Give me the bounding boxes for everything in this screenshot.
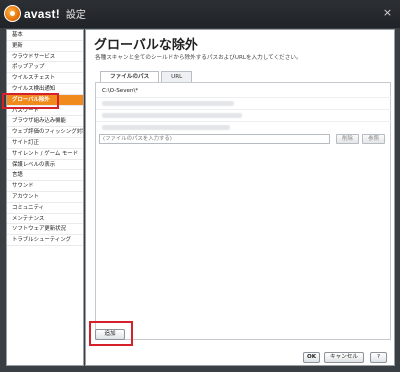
list-item[interactable]: C:\O-Seven\* bbox=[102, 87, 138, 96]
title-bar: avast! 設定 × bbox=[0, 0, 400, 28]
sidebar-item-site-correction[interactable]: サイト訂正 bbox=[7, 138, 83, 149]
sidebar-item-browser-integration[interactable]: ブラウザ組み込み機能 bbox=[7, 116, 83, 128]
main-panel: グローバルな除外 各種スキャンと全てのシールドから除外するパスおよびURLを入力… bbox=[85, 29, 395, 366]
sidebar-item-cloud-services[interactable]: ウラウドサービス bbox=[7, 52, 83, 63]
sidebar-item-update[interactable]: 更新 bbox=[7, 41, 83, 52]
blurred-path bbox=[102, 113, 242, 118]
tab-bar: ファイルのパス URL bbox=[100, 71, 194, 83]
avast-logo-icon bbox=[4, 5, 21, 22]
sidebar-item-sound[interactable]: サウンド bbox=[7, 181, 83, 192]
sidebar-item-silent-game-mode[interactable]: サイレント / ゲーム モード bbox=[7, 149, 83, 160]
browse-button[interactable]: 参照 bbox=[362, 134, 385, 144]
path-input[interactable] bbox=[99, 134, 330, 144]
blurred-path bbox=[102, 101, 234, 106]
sidebar-item-web-rep-phishing[interactable]: ウェブ評価のフィッシング対策 bbox=[7, 127, 83, 138]
cancel-button[interactable]: キャンセル bbox=[324, 352, 364, 363]
close-icon[interactable]: × bbox=[381, 6, 394, 19]
ok-button[interactable]: OK bbox=[303, 352, 320, 363]
sidebar-item-software-update-status[interactable]: ソフトウェア更新状況 bbox=[7, 224, 83, 236]
window-title: 設定 bbox=[65, 10, 86, 21]
sidebar-item-language[interactable]: 言語 bbox=[7, 170, 83, 182]
divider bbox=[96, 97, 392, 98]
exclusion-list: C:\O-Seven\* 削除 参照 bbox=[95, 82, 392, 340]
delete-button[interactable]: 削除 bbox=[336, 134, 359, 144]
logo-text: avast! bbox=[24, 6, 60, 21]
help-button[interactable]: ? bbox=[370, 352, 387, 363]
sidebar-item-basic[interactable]: 基本 bbox=[7, 30, 83, 41]
highlight-box-sidebar bbox=[2, 93, 59, 109]
sidebar-item-maintenance[interactable]: メンテナンス bbox=[7, 214, 83, 225]
sidebar: 基本 更新 ウラウドサービス ポップアップ ウイルスチェスト ウイルス検出通知 … bbox=[6, 29, 84, 366]
sidebar-item-account[interactable]: アカウント bbox=[7, 192, 83, 203]
settings-window: avast! 設定 × 基本 更新 ウラウドサービス ポップアップ ウイルスチェ… bbox=[0, 0, 400, 372]
page-description: 各種スキャンと全てのシールドから除外するパスおよびURLを入力してください。 bbox=[95, 55, 302, 61]
sidebar-item-popup[interactable]: ポップアップ bbox=[7, 62, 83, 74]
app-logo: avast! 設定 bbox=[4, 5, 86, 22]
sidebar-item-virus-chest[interactable]: ウイルスチェスト bbox=[7, 73, 83, 84]
sidebar-item-troubleshooting[interactable]: トラブルシューティング bbox=[7, 235, 83, 246]
blurred-path bbox=[102, 125, 230, 130]
divider bbox=[96, 121, 392, 122]
sidebar-item-protection-level[interactable]: 保護レベルの表示 bbox=[7, 160, 83, 171]
highlight-box-add bbox=[89, 321, 133, 346]
divider bbox=[96, 109, 392, 110]
page-title: グローバルな除外 bbox=[94, 38, 198, 53]
sidebar-item-community[interactable]: コミュニティ bbox=[7, 203, 83, 214]
tab-url[interactable]: URL bbox=[161, 71, 193, 82]
